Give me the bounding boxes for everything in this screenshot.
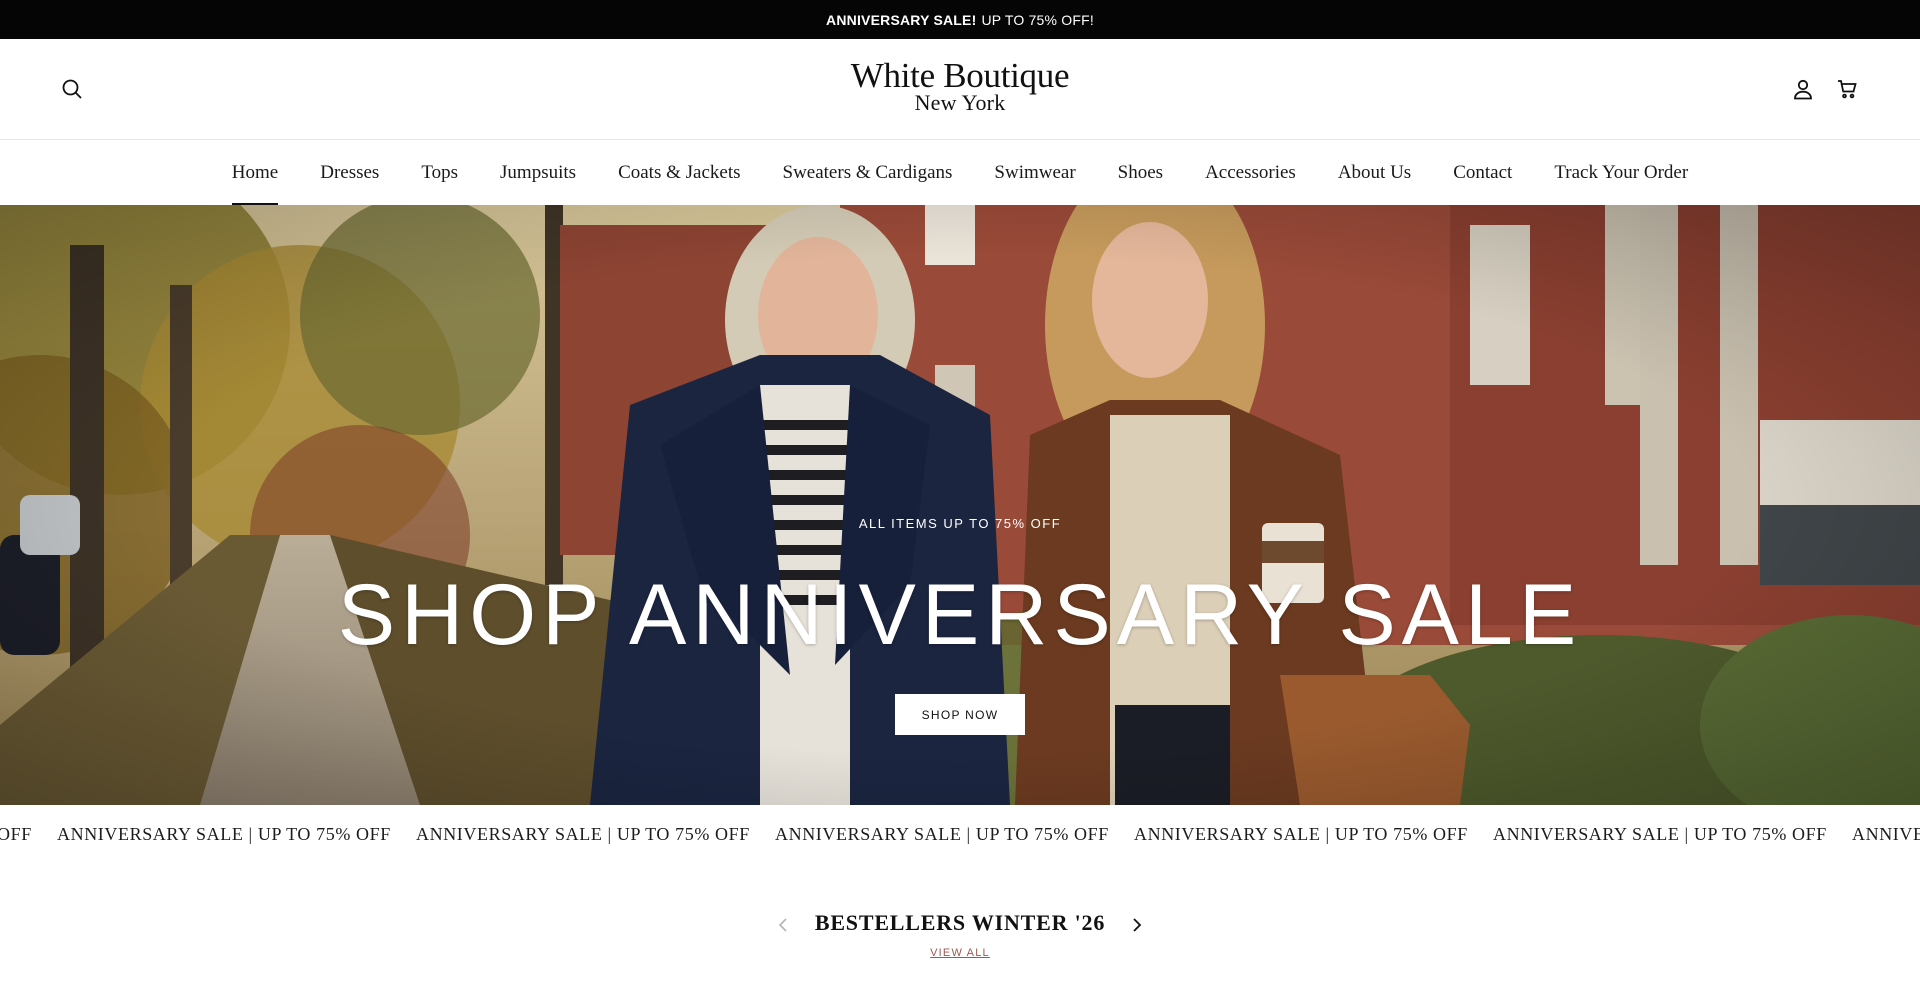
- logo-line-2: New York: [914, 90, 1006, 115]
- marquee-item: ANNIVERSARY SALE | UP TO 75% OFF: [0, 823, 32, 844]
- marquee-item: ANNIVERSARY SALE | UP TO 75% OFF: [416, 823, 750, 844]
- nav-item-shoes[interactable]: Shoes: [1097, 141, 1184, 205]
- view-all-link[interactable]: VIEW ALL: [930, 947, 990, 959]
- nav-item-contact[interactable]: Contact: [1432, 141, 1533, 205]
- cart-button[interactable]: [1831, 73, 1863, 105]
- marquee-item: ANNIVERSARY SALE | UP TO 75% OFF: [775, 823, 1109, 844]
- hero-title: SHOP ANNIVERSARY SALE: [337, 567, 1583, 663]
- account-icon: [1794, 79, 1812, 100]
- search-button[interactable]: [56, 73, 88, 105]
- marquee-item: ANNIVERSARY SALE | UP TO 75% OFF: [1852, 823, 1920, 844]
- nav-item-dresses[interactable]: Dresses: [299, 141, 400, 205]
- search-icon: [62, 79, 82, 99]
- nav-item-jumpsuits[interactable]: Jumpsuits: [479, 141, 597, 205]
- marquee-item: ANNIVERSARY SALE | UP TO 75% OFF: [57, 823, 391, 844]
- nav-item-coats-and-jackets[interactable]: Coats & Jackets: [597, 141, 761, 205]
- site-header: White Boutique New York: [0, 39, 1920, 140]
- announcement-marquee: ANNIVERSARY SALE | UP TO 75% OFF ANNIVERS…: [0, 805, 1920, 863]
- hero-banner: ALL ITEMS UP TO 75% OFF SHOP ANNIVERSARY…: [0, 205, 1920, 805]
- nav-item-sweaters-and-cardigans[interactable]: Sweaters & Cardigans: [762, 141, 974, 205]
- nav-item-home[interactable]: Home: [211, 141, 299, 205]
- announcement-bold-text: ANNIVERSARY SALE!: [826, 11, 977, 28]
- nav-item-tops[interactable]: Tops: [400, 141, 479, 205]
- nav-item-accessories[interactable]: Accessories: [1184, 141, 1317, 205]
- nav-item-about-us[interactable]: About Us: [1317, 141, 1432, 205]
- chevron-right-icon: [1133, 918, 1142, 932]
- logo-line-1: White Boutique: [850, 56, 1070, 95]
- shop-now-button[interactable]: SHOP NOW: [895, 694, 1025, 735]
- carousel-next-button[interactable]: [1124, 913, 1148, 937]
- bestsellers-title: BESTELLERS WINTER '26: [814, 910, 1106, 935]
- hero-kicker: ALL ITEMS UP TO 75% OFF: [858, 516, 1062, 531]
- account-button[interactable]: [1787, 73, 1819, 105]
- marquee-item: ANNIVERSARY SALE | UP TO 75% OFF: [1493, 823, 1827, 844]
- nav-item-swimwear[interactable]: Swimwear: [973, 141, 1096, 205]
- announcement-bar: ANNIVERSARY SALE! UP TO 75% OFF!: [0, 0, 1920, 39]
- marquee-track: ANNIVERSARY SALE | UP TO 75% OFF ANNIVERS…: [0, 805, 1920, 863]
- cart-icon: [1838, 80, 1857, 99]
- marquee-item: ANNIVERSARY SALE | UP TO 75% OFF: [1134, 823, 1468, 844]
- view-all-wrapper: VIEW ALL: [0, 947, 1920, 959]
- main-navigation: Home Dresses Tops Jumpsuits Coats & Jackets S…: [0, 141, 1920, 205]
- nav-item-track-your-order[interactable]: Track Your Order: [1533, 141, 1709, 205]
- site-logo[interactable]: White Boutique New York: [810, 56, 1110, 115]
- announcement-text: UP TO 75% OFF!: [981, 11, 1094, 28]
